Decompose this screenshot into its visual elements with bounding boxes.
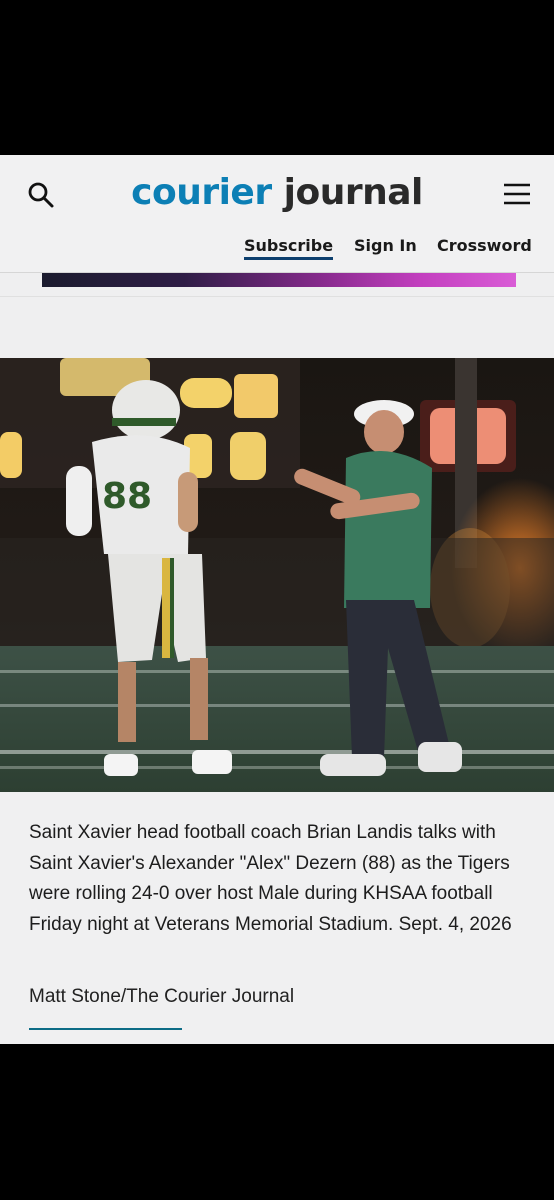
crossword-link[interactable]: Crossword: [437, 236, 532, 255]
ad-divider: [0, 296, 554, 297]
sign-in-link[interactable]: Sign In: [354, 236, 417, 255]
logo-journal: journal: [283, 172, 424, 213]
photo-caption: Saint Xavier head football coach Brian L…: [29, 822, 512, 935]
logo-courier: courier: [131, 172, 272, 213]
jersey-number: 88: [102, 476, 152, 517]
ad-banner[interactable]: [42, 273, 516, 287]
bottom-black-area: [0, 1044, 554, 1200]
menu-button[interactable]: [498, 176, 536, 212]
menu-icon: [504, 183, 530, 205]
credit-underline: [29, 1028, 182, 1030]
article-photo[interactable]: 88: [0, 358, 554, 792]
subscribe-link[interactable]: Subscribe: [244, 236, 334, 260]
photo-credit: Matt Stone/The Courier Journal: [29, 986, 295, 1007]
site-logo[interactable]: courier journal: [0, 168, 554, 218]
status-bar-area: [0, 0, 554, 155]
